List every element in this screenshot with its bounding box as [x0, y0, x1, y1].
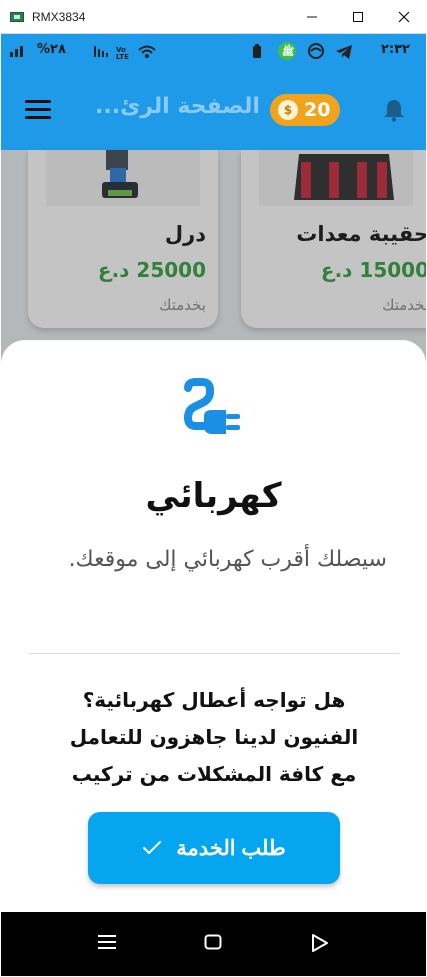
- minimize-icon: [307, 16, 317, 18]
- points-value: 20: [304, 99, 331, 121]
- app-window-icon: [10, 11, 24, 22]
- bell-icon[interactable]: [383, 98, 405, 122]
- navigation-bar: [1, 912, 426, 976]
- request-service-button[interactable]: طلب الخدمة: [88, 812, 340, 884]
- maximize-button[interactable]: [335, 0, 381, 34]
- points-badge[interactable]: $ 20: [270, 94, 340, 126]
- battery-percentage: %٢٨: [37, 42, 66, 57]
- back-icon[interactable]: [311, 934, 329, 952]
- home-icon[interactable]: [204, 934, 222, 950]
- signal-bars-icon: [94, 46, 108, 57]
- signal-icon: [10, 46, 23, 57]
- volte-icon: Vo LTE: [116, 46, 129, 60]
- divider: [29, 653, 399, 654]
- maximize-icon: [353, 12, 363, 22]
- moon-icon: [308, 43, 324, 59]
- sheet-title: كهربائي: [145, 476, 282, 516]
- sheet-description: سيصلك أقرب كهربائي إلى موقعك.: [68, 547, 387, 572]
- minimize-button[interactable]: [289, 0, 335, 34]
- wifi-icon: [138, 45, 156, 58]
- check-icon: [143, 841, 162, 854]
- window-title: RMX3834: [32, 9, 86, 24]
- recents-icon[interactable]: [98, 934, 116, 950]
- body-line: هل تواجه أعطال كهربائية؟: [82, 688, 346, 712]
- app-bar: الصفحة الرئ... $ 20: [1, 70, 426, 150]
- coin-icon: $: [278, 100, 298, 120]
- body-line: مع كافة المشكلات من تركيب: [71, 762, 357, 786]
- request-service-label: طلب الخدمة: [176, 836, 286, 860]
- telegram-icon: [336, 45, 352, 59]
- svg-text:ﷺ: ﷺ: [282, 44, 294, 58]
- svg-text:LTE: LTE: [116, 53, 129, 60]
- page-title: الصفحة الرئ...: [95, 94, 260, 119]
- close-icon: [398, 11, 410, 23]
- sheet-body: هل تواجه أعطال كهربائية؟ الفنيون لدينا ج…: [39, 682, 389, 796]
- close-button[interactable]: [381, 0, 427, 34]
- phone-screen: %٢٨ Vo LTE ﷺ ٢:٣٢ الصفحة الرئ... $ 20 در…: [1, 34, 426, 976]
- body-line: الفنيون لدينا جاهزون للتعامل: [69, 725, 359, 749]
- status-bar: %٢٨ Vo LTE ﷺ ٢:٣٢: [1, 34, 426, 70]
- window-titlebar: RMX3834: [0, 0, 427, 34]
- clock: ٢:٣٢: [380, 42, 410, 57]
- electric-plug-icon: [183, 378, 240, 434]
- service-bottom-sheet: كهربائي سيصلك أقرب كهربائي إلى موقعك. هل…: [1, 340, 426, 912]
- green-app-icon: ﷺ: [278, 42, 296, 60]
- menu-icon[interactable]: [25, 100, 51, 120]
- battery-small-icon: [253, 44, 261, 58]
